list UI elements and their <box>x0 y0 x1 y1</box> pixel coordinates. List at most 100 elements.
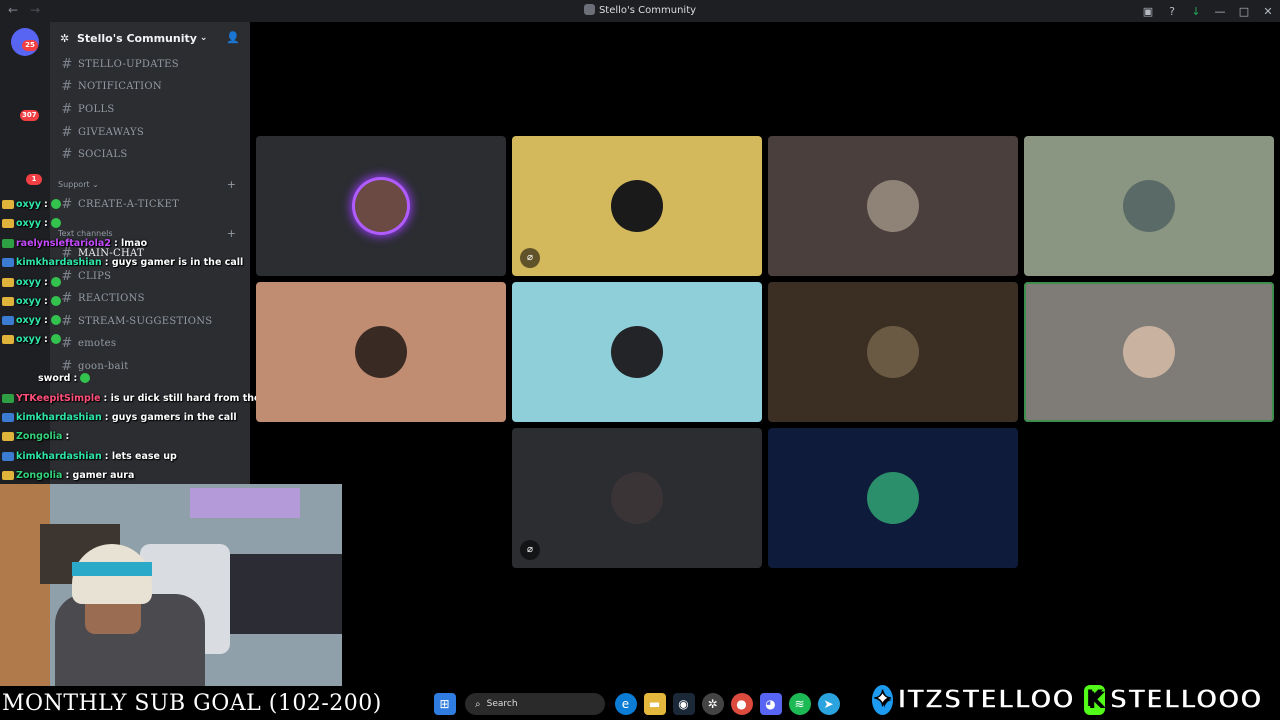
voice-tile[interactable]: ⌀ <box>512 428 762 568</box>
server-2-badge: 307 <box>20 110 39 121</box>
chat-text: : <box>44 276 48 288</box>
settings-icon[interactable]: ✲ <box>701 693 724 715</box>
server-header[interactable]: ✲ Stello's Community ⌄ 👤 <box>50 22 250 54</box>
chat-username: oxyy <box>16 276 42 288</box>
badge-icon <box>2 218 14 228</box>
chat-message: raelynsleftariola2: lmao <box>2 236 147 250</box>
chat-text: : lets ease up <box>104 450 177 462</box>
chevron-down-icon: ⌄ <box>199 33 208 43</box>
chat-text: : <box>44 295 48 307</box>
avatar <box>355 326 407 378</box>
window-title-text: Stello's Community <box>598 5 697 16</box>
channel-label: GIVEAWAYS <box>78 126 145 138</box>
voice-tile[interactable] <box>512 282 762 422</box>
hash-icon: # <box>61 146 73 162</box>
help-icon[interactable]: ? <box>1160 5 1184 18</box>
taskbar-search[interactable]: ⌕ Search <box>465 693 605 715</box>
badge-icon <box>2 412 14 422</box>
voice-tile[interactable] <box>768 282 1018 422</box>
voice-tile[interactable] <box>256 282 506 422</box>
discord-icon[interactable]: ◕ <box>759 693 782 715</box>
server-icon-1[interactable] <box>11 62 39 90</box>
hash-icon: # <box>61 78 73 94</box>
download-icon[interactable]: ↓ <box>1184 5 1208 18</box>
badge-icon <box>2 238 14 248</box>
voice-tile[interactable] <box>256 136 506 276</box>
chat-username: kimkhardashian <box>16 256 102 268</box>
chat-message: oxyy: <box>2 332 61 346</box>
telegram-icon[interactable]: ➤ <box>817 693 840 715</box>
chat-text: : <box>44 314 48 326</box>
streamer-webcam <box>0 484 342 686</box>
hash-icon: # <box>61 124 73 140</box>
window-title: Stello's Community <box>0 4 1280 16</box>
start-icon[interactable]: ⊞ <box>433 693 456 715</box>
muted-mic-icon: ⌀ <box>520 248 540 268</box>
chat-message: oxyy: <box>2 294 61 308</box>
server-name: Stello's Community <box>77 31 197 45</box>
avatar <box>355 180 407 232</box>
chrome-icon[interactable]: ● <box>730 693 753 715</box>
channel-label: SOCIALS <box>78 148 128 160</box>
webcam-door <box>0 484 50 686</box>
avatar <box>867 326 919 378</box>
badge-icon <box>2 296 14 306</box>
chat-message: sword: <box>38 371 91 385</box>
steam-icon[interactable]: ◉ <box>672 693 695 715</box>
voice-tile[interactable] <box>768 428 1018 568</box>
windows-taskbar: ⊞ ⌕ Search e ▬ ◉ ✲ ● ◕ ≋ ➤ <box>430 688 860 720</box>
chat-message: Zongolia: gamer aura <box>2 468 134 482</box>
channel-notification[interactable]: # NOTIFICATION <box>58 76 242 96</box>
chat-text: : <box>65 430 70 442</box>
badge-icon <box>2 451 14 461</box>
socials-overlay: ✦ ITZSTELLOO K STELLOOO <box>872 682 1272 718</box>
avatar <box>1123 326 1175 378</box>
chat-text: : guys gamers in the call <box>104 411 237 423</box>
server-icon-3[interactable] <box>11 126 39 154</box>
maximize-icon[interactable]: □ <box>1232 5 1256 18</box>
badge-icon <box>2 315 14 325</box>
close-icon[interactable]: ✕ <box>1256 5 1280 18</box>
server-settings-icon: ✲ <box>60 32 70 45</box>
channel-polls[interactable]: # POLLS <box>58 99 242 119</box>
home-badge: 25 <box>22 40 38 51</box>
chat-username: oxyy <box>16 198 42 210</box>
minimize-icon[interactable]: — <box>1208 5 1232 18</box>
twitter-handle: ITZSTELLOO <box>896 684 1075 716</box>
chat-text: : gamer aura <box>65 469 135 481</box>
channel-stello-updates[interactable]: # STELLO-UPDATES <box>58 54 242 74</box>
avatar <box>1123 180 1175 232</box>
voice-tile[interactable] <box>1024 136 1274 276</box>
voice-tile-speaking[interactable] <box>1024 282 1274 422</box>
badge-icon <box>2 393 14 403</box>
stream-chat-overlay: oxyy: oxyy: raelynsleftariola2: lmao kim… <box>0 182 292 482</box>
deafened-icon: ⌀ <box>520 540 540 560</box>
chat-text: : <box>44 333 48 345</box>
invite-people-icon[interactable]: 👤 <box>226 31 240 44</box>
chat-message: kimkhardashian: guys gamers in the call <box>2 410 237 424</box>
twitter-bird-icon: ✦ <box>872 685 894 715</box>
window-titlebar: ← → Stello's Community ▣ ? ↓ — □ ✕ <box>0 0 1280 22</box>
voice-tile[interactable]: ⌀ <box>512 136 762 276</box>
avatar <box>611 472 663 524</box>
chat-message: kimkhardashian: lets ease up <box>2 449 177 463</box>
emote-icon <box>50 218 61 228</box>
channel-giveaways[interactable]: # GIVEAWAYS <box>58 122 242 142</box>
edge-icon[interactable]: e <box>614 693 637 715</box>
chat-username: oxyy <box>16 314 42 326</box>
badge-icon <box>2 257 14 267</box>
chat-username: Zongolia <box>16 469 63 481</box>
inbox-icon[interactable]: ▣ <box>1136 5 1160 18</box>
spotify-icon[interactable]: ≋ <box>788 693 811 715</box>
channel-label: NOTIFICATION <box>78 80 162 92</box>
channel-socials[interactable]: # SOCIALS <box>58 144 242 164</box>
avatar <box>867 472 919 524</box>
avatar <box>611 180 663 232</box>
badge-icon <box>2 277 14 287</box>
chat-username: oxyy <box>16 295 42 307</box>
chat-username: oxyy <box>16 333 42 345</box>
voice-tile[interactable] <box>768 136 1018 276</box>
server-icon <box>583 4 595 15</box>
file-explorer-icon[interactable]: ▬ <box>643 693 666 715</box>
emote-icon <box>50 277 61 287</box>
